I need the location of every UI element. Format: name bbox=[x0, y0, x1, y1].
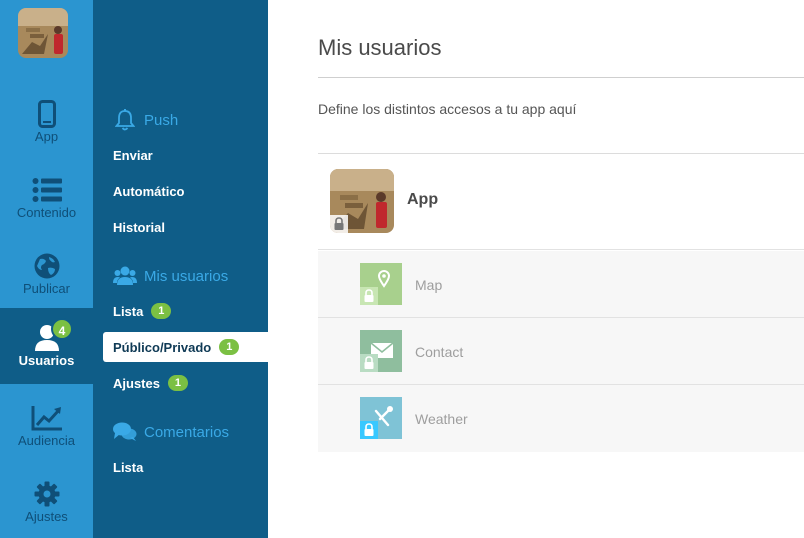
section-tile bbox=[360, 397, 402, 439]
section-row-contact[interactable]: Contact bbox=[318, 318, 804, 385]
section-name: Weather bbox=[415, 411, 468, 427]
sidebar-item-automatico[interactable]: Automático bbox=[93, 176, 268, 206]
rail-item-label: Publicar bbox=[23, 281, 70, 296]
sidebar-item-label: Lista bbox=[113, 303, 144, 319]
lock-icon bbox=[330, 215, 348, 233]
rail-item-publicar[interactable]: Publicar bbox=[0, 236, 93, 312]
globe-icon bbox=[0, 250, 93, 282]
chart-line-icon bbox=[0, 402, 93, 434]
secondary-sidebar: Push Enviar Automático Historial Mis usu… bbox=[93, 0, 268, 538]
sidebar-item-label: Público/Privado bbox=[113, 339, 212, 355]
section-row-weather[interactable]: Weather bbox=[318, 385, 804, 452]
lock-icon bbox=[360, 287, 378, 305]
lock-icon bbox=[360, 421, 378, 439]
sidebar-item-label: Automático bbox=[113, 183, 185, 199]
rail-item-label: Ajustes bbox=[25, 509, 68, 524]
app-name: App bbox=[407, 191, 439, 208]
sidebar-item-label: Lista bbox=[113, 459, 144, 475]
list-icon bbox=[0, 174, 93, 206]
main-content: Mis usuarios Define los distintos acceso… bbox=[268, 0, 804, 538]
primary-nav-rail: App Contenido Publicar 4 Usuarios Audien… bbox=[0, 0, 93, 538]
rail-item-label: Usuarios bbox=[18, 353, 75, 368]
rail-item-label: Contenido bbox=[16, 205, 77, 220]
sidebar-item-label: Ajustes bbox=[113, 375, 160, 391]
notification-badge: 4 bbox=[51, 318, 73, 340]
app-thumbnail bbox=[330, 169, 394, 233]
sidebar-item-ajustes[interactable]: Ajustes 1 bbox=[93, 368, 268, 398]
user-icon bbox=[0, 322, 93, 354]
count-badge: 1 bbox=[151, 303, 172, 319]
section-header-push: Push bbox=[113, 108, 178, 132]
section-title: Push bbox=[144, 111, 179, 129]
rail-item-app[interactable]: App bbox=[0, 84, 93, 160]
section-name: Map bbox=[415, 277, 443, 293]
comments-icon bbox=[113, 421, 137, 443]
rail-item-usuarios[interactable]: 4 Usuarios bbox=[0, 308, 93, 384]
rail-item-contenido[interactable]: Contenido bbox=[0, 160, 93, 236]
section-header-mis-usuarios: Mis usuarios bbox=[113, 264, 228, 288]
rail-item-label: App bbox=[34, 129, 59, 144]
gear-icon bbox=[0, 478, 93, 510]
sidebar-item-lista[interactable]: Lista 1 bbox=[93, 296, 268, 326]
rail-item-ajustes[interactable]: Ajustes bbox=[0, 464, 93, 538]
count-badge: 1 bbox=[219, 339, 240, 355]
page-subtitle: Define los distintos accesos a tu app aq… bbox=[318, 101, 577, 117]
app-logo[interactable] bbox=[18, 8, 68, 58]
users-icon bbox=[113, 265, 137, 287]
section-tile bbox=[360, 263, 402, 305]
rail-item-label: Audiencia bbox=[17, 433, 76, 448]
sidebar-item-enviar[interactable]: Enviar bbox=[93, 140, 268, 170]
sidebar-item-label: Historial bbox=[113, 219, 166, 235]
sidebar-item-label: Enviar bbox=[113, 147, 153, 163]
section-name: Contact bbox=[415, 344, 464, 360]
divider bbox=[318, 77, 804, 78]
app-access-row[interactable]: App bbox=[318, 154, 804, 250]
section-title: Mis usuarios bbox=[144, 267, 229, 285]
section-header-comentarios: Comentarios bbox=[113, 420, 229, 444]
section-tile bbox=[360, 330, 402, 372]
page-title: Mis usuarios bbox=[318, 35, 442, 60]
rail-item-audiencia[interactable]: Audiencia bbox=[0, 388, 93, 464]
bell-icon bbox=[113, 109, 137, 131]
sidebar-item-publico-privado[interactable]: Público/Privado 1 bbox=[103, 332, 268, 362]
lock-icon bbox=[360, 354, 378, 372]
section-title: Comentarios bbox=[144, 423, 230, 441]
section-row-map[interactable]: Map bbox=[318, 251, 804, 318]
count-badge: 1 bbox=[167, 375, 188, 391]
phone-icon bbox=[0, 98, 93, 130]
sidebar-item-historial[interactable]: Historial bbox=[93, 212, 268, 242]
sidebar-item-comentarios-lista[interactable]: Lista bbox=[93, 452, 268, 482]
